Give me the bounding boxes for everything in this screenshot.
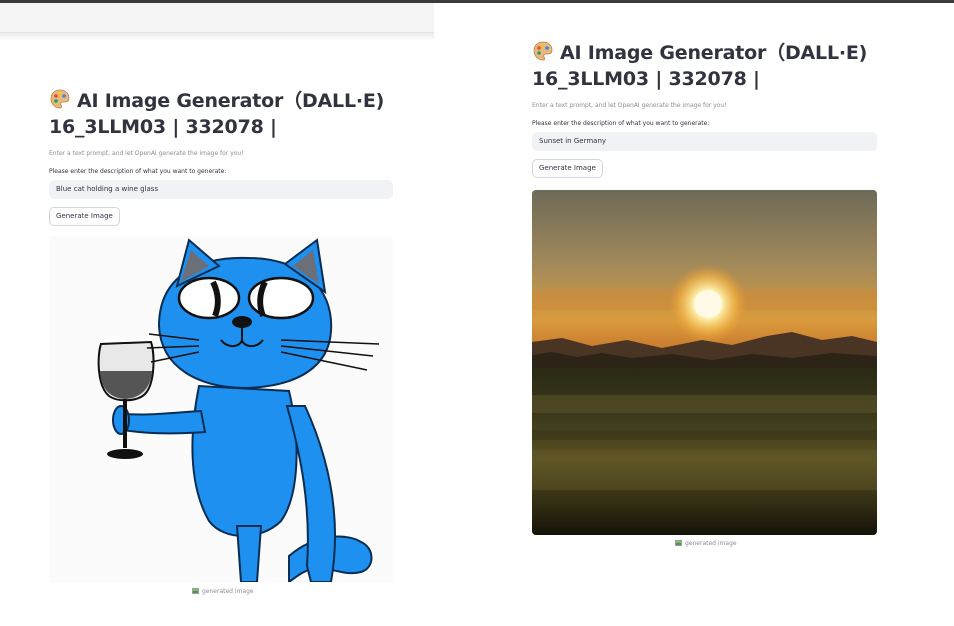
- image-icon: [192, 588, 199, 594]
- generate-image-button[interactable]: Generate Image: [532, 159, 603, 178]
- prompt-label: Please enter the description of what you…: [532, 120, 710, 127]
- app-description: Enter a text prompt, and let OpenAI gene…: [532, 102, 727, 109]
- prompt-label: Please enter the description of what you…: [49, 168, 227, 175]
- toolbar-shadow: [0, 33, 434, 41]
- app-screen-right: AI Image Generator（DALL·E) 16_3LLM03 | 3…: [532, 40, 877, 547]
- artist-palette-icon: [49, 88, 71, 110]
- prompt-input[interactable]: Sunset in Germany: [532, 132, 877, 151]
- artist-palette-icon: [532, 40, 554, 62]
- prompt-input[interactable]: Blue cat holding a wine glass: [49, 180, 393, 199]
- generated-image: [532, 190, 877, 535]
- browser-toolbar: [0, 3, 434, 33]
- image-caption: generated image: [192, 588, 254, 595]
- generated-image: [49, 236, 393, 582]
- image-caption: generated image: [675, 540, 737, 547]
- title-line-1: AI Image Generator（DALL·E): [560, 42, 868, 64]
- image-icon: [675, 540, 682, 546]
- image-caption-text: generated image: [685, 540, 737, 547]
- image-caption-text: generated image: [202, 588, 254, 595]
- app-description: Enter a text prompt, and let OpenAI gene…: [49, 150, 244, 157]
- generate-image-button[interactable]: Generate Image: [49, 207, 120, 226]
- title-line-1: AI Image Generator（DALL·E): [77, 90, 385, 112]
- title-line-2: 16_3LLM03 | 332078 |: [532, 68, 760, 90]
- title-line-2: 16_3LLM03 | 332078 |: [49, 116, 277, 138]
- app-screen-left: AI Image Generator（DALL·E) 16_3LLM03 | 3…: [49, 88, 393, 595]
- page-title: AI Image Generator（DALL·E) 16_3LLM03 | 3…: [532, 40, 877, 92]
- page-title: AI Image Generator（DALL·E) 16_3LLM03 | 3…: [49, 88, 393, 140]
